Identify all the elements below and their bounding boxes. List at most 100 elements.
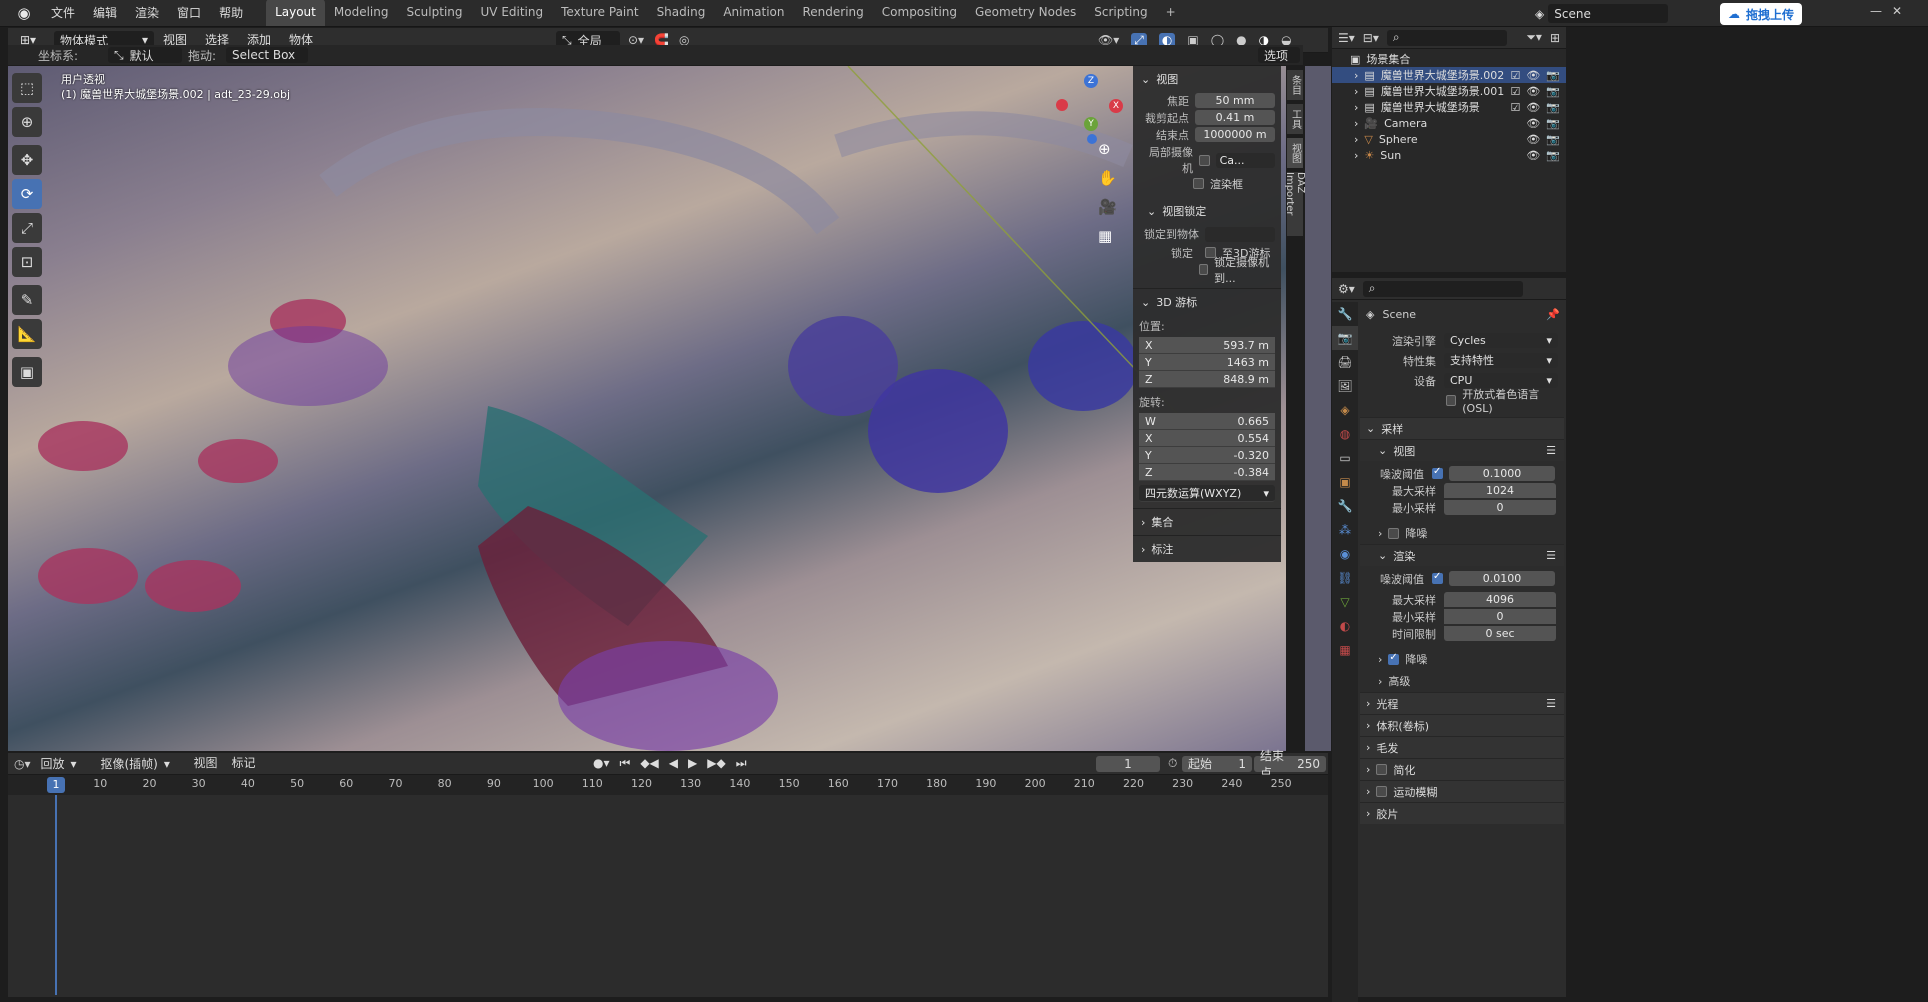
advanced-section[interactable]: › 高级 [1360, 670, 1564, 692]
feature-set-dropdown[interactable]: 支持特性 ▾ [1444, 353, 1558, 368]
noise-threshold-checkbox[interactable] [1432, 571, 1443, 584]
select-box-tool-icon[interactable]: ⬚ [12, 73, 42, 103]
engine-dropdown[interactable]: Cycles ▾ [1444, 333, 1558, 348]
eye-icon[interactable]: 👁 [1526, 69, 1540, 82]
jump-start-icon[interactable]: ⏮ [620, 756, 631, 771]
list-icon[interactable]: ☰ [1546, 697, 1556, 710]
modifier-tab-icon[interactable]: 🔧 [1332, 494, 1358, 518]
measure-tool-icon[interactable]: 📐 [12, 319, 42, 349]
scene-collection-row[interactable]: ▣ 场景集合 [1332, 51, 1566, 67]
add-workspace-button[interactable]: + [1157, 0, 1185, 26]
cursor-rot-y[interactable]: Y -0.320 [1139, 447, 1275, 464]
options-dropdown[interactable]: 选项 [1258, 47, 1300, 63]
play-icon[interactable]: ▶ [688, 756, 697, 771]
tab-texture-paint[interactable]: Texture Paint [552, 0, 647, 26]
menu-edit[interactable]: 编辑 [84, 0, 126, 27]
new-collection-icon[interactable]: ⊞ [1550, 31, 1560, 45]
view-layer-tab-icon[interactable]: 🖼 [1332, 374, 1358, 398]
texture-tab-icon[interactable]: ▦ [1332, 638, 1358, 662]
editor-type-icon[interactable]: ⚙▾ [1338, 282, 1355, 296]
simplify-section[interactable]: › 简化 [1360, 758, 1564, 780]
cursor-rot-w[interactable]: W 0.665 [1139, 413, 1275, 430]
eye-icon[interactable]: 👁 [1526, 117, 1540, 130]
x-axis-icon[interactable]: X [1109, 99, 1123, 113]
hair-section[interactable]: › 毛发 [1360, 736, 1564, 758]
outliner-item[interactable]: › ▽ Sphere 👁 📷 [1332, 131, 1566, 147]
outliner-item[interactable]: › ▤ 魔兽世界大城堡场景 ☑ 👁 📷 [1332, 99, 1566, 115]
ortho-grid-icon[interactable]: ▦ [1098, 227, 1117, 245]
tab-uv-editing[interactable]: UV Editing [472, 0, 553, 26]
camera-render-icon[interactable]: 📷 [1546, 149, 1560, 162]
material-tab-icon[interactable]: ◐ [1332, 614, 1358, 638]
time-limit-field[interactable]: 0 sec [1444, 626, 1556, 641]
particles-tab-icon[interactable]: ⁂ [1332, 518, 1358, 542]
cursor-loc-y[interactable]: Y 1463 m [1139, 354, 1275, 371]
neg-z-axis-icon[interactable] [1087, 134, 1097, 144]
neg-x-axis-icon[interactable] [1056, 99, 1068, 111]
rotation-mode-dropdown[interactable]: 四元数运算(WXYZ) ▾ [1139, 485, 1275, 502]
annotate-tool-icon[interactable]: ✎ [12, 285, 42, 315]
collection-section[interactable]: › 集合 [1133, 508, 1281, 535]
render-tab-icon[interactable]: 📷 [1332, 326, 1358, 350]
cursor-rot-x[interactable]: X 0.554 [1139, 430, 1275, 447]
outliner-item[interactable]: › ☀ Sun 👁 📷 [1332, 147, 1566, 163]
timeline-ruler[interactable]: 1 10 20 30 40 50 60 70 80 90 100 110 120 130 140 150 160… [8, 775, 1328, 795]
play-reverse-icon[interactable]: ◀ [669, 756, 678, 771]
filter-icon[interactable]: ⏷▾ [1526, 30, 1542, 45]
menu-help[interactable]: 帮助 [210, 0, 252, 27]
eye-icon[interactable]: 👁 [1526, 149, 1540, 162]
clip-end-field[interactable]: 1000000 m [1195, 127, 1275, 142]
tab-compositing[interactable]: Compositing [873, 0, 966, 26]
close-icon[interactable]: ✕ [1892, 4, 1902, 18]
tab-geometry-nodes[interactable]: Geometry Nodes [966, 0, 1085, 26]
pin-icon[interactable]: 📌 [1546, 308, 1560, 321]
tab-rendering[interactable]: Rendering [794, 0, 873, 26]
local-camera-field[interactable]: Ca... [1215, 152, 1275, 168]
simplify-checkbox[interactable] [1376, 764, 1388, 775]
checkbox-icon[interactable]: ☑ [1510, 69, 1520, 82]
object-tab-icon[interactable]: ▣ [1332, 470, 1358, 494]
tool-tab-icon[interactable]: 🔧 [1332, 302, 1358, 326]
y-axis-icon[interactable]: Y [1084, 117, 1098, 131]
motion-blur-section[interactable]: › 运动模糊 [1360, 780, 1564, 802]
zoom-icon[interactable]: ⊕ [1098, 140, 1117, 158]
scene-selector[interactable]: Scene [1548, 4, 1669, 23]
properties-search-input[interactable]: ⌕ [1362, 280, 1523, 297]
render-border-checkbox[interactable] [1193, 178, 1204, 189]
render-noise-field[interactable]: 0.0100 [1449, 571, 1555, 586]
render-sampling-section[interactable]: ⌄ 渲染 ☰ [1360, 544, 1564, 566]
checkbox-icon[interactable]: ☑ [1510, 101, 1520, 114]
menu-window[interactable]: 窗口 [168, 0, 210, 27]
checkbox-icon[interactable]: ☑ [1510, 85, 1520, 98]
marker-menu[interactable]: 标记 [227, 750, 261, 777]
viewport-denoise-checkbox[interactable] [1388, 527, 1400, 539]
camera-view-icon[interactable]: 🎥 [1098, 198, 1117, 216]
viewport-3d[interactable]: 用户透视 (1) 魔兽世界大城堡场景.002 | adt_23-29.obj Z… [8, 66, 1286, 751]
viewport-max-field[interactable]: 1024 [1444, 483, 1556, 498]
motion-blur-checkbox[interactable] [1376, 786, 1388, 797]
menu-render[interactable]: 渲染 [126, 0, 168, 27]
lock-object-field[interactable] [1205, 226, 1275, 242]
lock-camera-checkbox[interactable] [1199, 264, 1209, 275]
film-section[interactable]: › 胶片 [1360, 802, 1564, 824]
timeline-view-menu[interactable]: 视图 [189, 750, 223, 777]
minimize-icon[interactable]: — [1870, 4, 1882, 18]
viewport-sampling-section[interactable]: ⌄ 视图 ☰ [1360, 439, 1564, 461]
render-denoise-row[interactable]: › 降噪 [1360, 648, 1564, 670]
eye-icon[interactable]: 👁 [1526, 101, 1540, 114]
tab-tool[interactable]: 工具 [1287, 104, 1303, 134]
physics-tab-icon[interactable]: ◉ [1332, 542, 1358, 566]
editor-type-icon[interactable]: ☰▾ [1338, 31, 1355, 45]
secondary-viewport-strip[interactable] [1305, 66, 1331, 751]
list-icon[interactable]: ☰ [1546, 444, 1556, 457]
camera-render-icon[interactable]: 📷 [1546, 85, 1560, 98]
cursor-rot-z[interactable]: Z -0.384 [1139, 464, 1275, 481]
cursor-section-header[interactable]: ⌄ 3D 游标 [1133, 288, 1281, 315]
annotation-section[interactable]: › 标注 [1133, 535, 1281, 562]
clip-start-field[interactable]: 0.41 m [1195, 110, 1275, 125]
osl-checkbox[interactable] [1446, 395, 1457, 406]
keying-menu[interactable]: 抠像(插帧) ▾ [95, 756, 185, 772]
tab-scripting[interactable]: Scripting [1085, 0, 1156, 26]
menu-file[interactable]: 文件 [42, 0, 84, 27]
add-cube-tool-icon[interactable]: ▣ [12, 357, 42, 387]
